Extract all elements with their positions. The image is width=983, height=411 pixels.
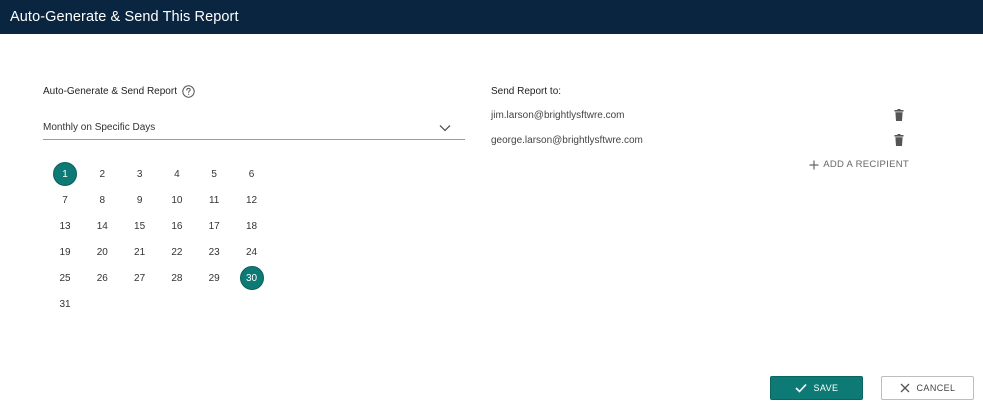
calendar-day[interactable]: 20 (90, 240, 114, 264)
calendar-day[interactable]: 13 (53, 214, 77, 238)
cancel-label: CANCEL (916, 383, 956, 393)
save-button[interactable]: SAVE (770, 376, 863, 400)
calendar-day[interactable]: 5 (202, 162, 226, 186)
recipient-email: jim.larson@brightlysftwre.com (491, 109, 625, 121)
calendar-day[interactable]: 21 (128, 240, 152, 264)
recipient-email: george.larson@brightlysftwre.com (491, 134, 643, 146)
calendar-day-selected[interactable]: 1 (53, 162, 77, 186)
calendar-day[interactable]: 6 (240, 162, 264, 186)
calendar-day[interactable]: 18 (240, 214, 264, 238)
calendar-day[interactable]: 24 (240, 240, 264, 264)
calendar-day[interactable]: 8 (90, 188, 114, 212)
recipient-row: jim.larson@brightlysftwre.com (491, 107, 911, 123)
calendar-day[interactable]: 26 (90, 266, 114, 290)
help-icon[interactable] (182, 84, 195, 98)
close-icon (900, 383, 909, 393)
calendar-day[interactable]: 31 (53, 292, 77, 316)
calendar-day[interactable]: 9 (128, 188, 152, 212)
schedule-label: Auto-Generate & Send Report (43, 85, 177, 97)
calendar-day[interactable]: 2 (90, 162, 114, 186)
calendar-day[interactable]: 3 (128, 162, 152, 186)
calendar-day-selected[interactable]: 30 (239, 266, 264, 290)
calendar-day[interactable]: 16 (165, 214, 189, 238)
plus-icon (809, 160, 819, 169)
calendar-day[interactable]: 4 (165, 162, 189, 186)
add-recipient-label: ADD A RECIPIENT (823, 159, 909, 170)
calendar-day[interactable]: 29 (202, 266, 226, 290)
calendar-day[interactable]: 27 (128, 266, 152, 290)
dialog-header: Auto-Generate & Send This Report (0, 0, 983, 34)
trash-icon[interactable] (894, 134, 904, 146)
calendar-day[interactable]: 15 (128, 214, 152, 238)
add-recipient-button[interactable]: ADD A RECIPIENT (809, 159, 909, 170)
trash-icon[interactable] (894, 109, 904, 121)
calendar-day[interactable]: 17 (202, 214, 226, 238)
send-report-label: Send Report to: (491, 86, 562, 97)
checkmark-icon (794, 383, 807, 393)
calendar-day[interactable]: 23 (202, 240, 226, 264)
calendar-day[interactable]: 14 (90, 214, 114, 238)
frequency-select-value: Monthly on Specific Days (43, 122, 156, 133)
recipients-section: Send Report to: jim.larson@brightlysftwr… (491, 86, 911, 170)
save-label: SAVE (813, 383, 839, 393)
calendar-day[interactable]: 10 (165, 188, 189, 212)
calendar-day[interactable]: 25 (53, 266, 77, 290)
cancel-button[interactable]: CANCEL (881, 376, 974, 400)
calendar-day[interactable]: 12 (240, 188, 264, 212)
calendar-day[interactable]: 11 (202, 188, 226, 212)
dialog-title: Auto-Generate & Send This Report (10, 9, 239, 25)
chevron-down-icon (439, 125, 451, 132)
calendar-day[interactable]: 19 (53, 240, 77, 264)
calendar-day[interactable]: 22 (165, 240, 189, 264)
schedule-label-row: Auto-Generate & Send Report (43, 84, 465, 98)
frequency-select[interactable]: Monthly on Specific Days (43, 122, 465, 140)
calendar-day[interactable]: 7 (53, 188, 77, 212)
recipient-row: george.larson@brightlysftwre.com (491, 132, 911, 148)
schedule-section: Auto-Generate & Send Report Monthly on S… (43, 84, 465, 310)
calendar-day[interactable]: 28 (165, 266, 189, 290)
